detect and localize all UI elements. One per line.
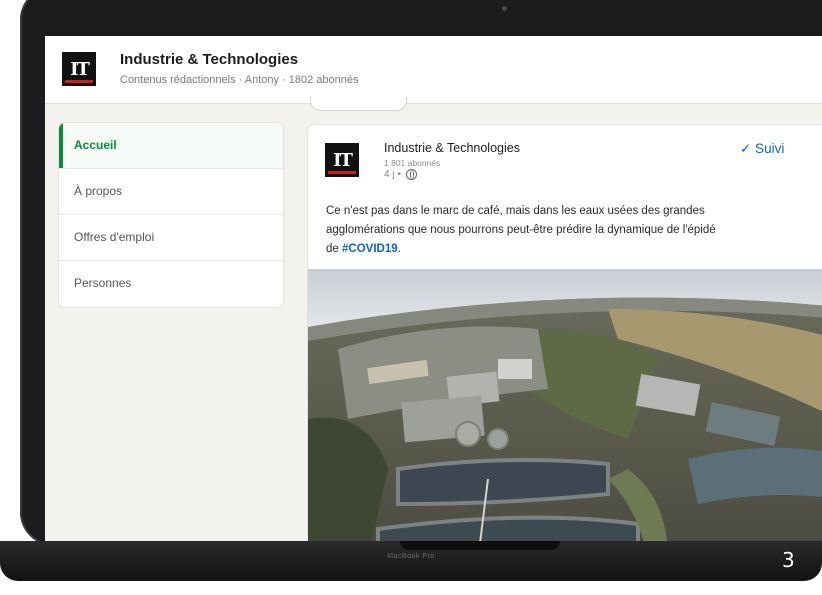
post-author-name[interactable]: Industrie & Technologies xyxy=(384,141,520,155)
page-number: 3 xyxy=(782,548,795,572)
logo-text: IT xyxy=(70,58,90,80)
post-image[interactable] xyxy=(308,269,822,541)
company-subtitle: Contenus rédactionnels · Antony · 1802 a… xyxy=(120,74,359,86)
device-label: MacBook Pro xyxy=(387,553,435,560)
logo-text: IT xyxy=(333,149,353,171)
post-text-suffix: . xyxy=(397,243,401,255)
company-header: IT Industrie & Technologies Contenus réd… xyxy=(45,36,822,104)
nav-item-personnes[interactable]: Personnes xyxy=(59,261,283,306)
post-text-line: Ce n'est pas dans le marc de café, mais … xyxy=(326,205,705,217)
aerial-photo xyxy=(308,269,822,541)
post-text-prefix: de xyxy=(326,243,342,255)
post-text: Ce n'est pas dans le marc de café, mais … xyxy=(326,202,822,259)
screen: IT Industrie & Technologies Contenus réd… xyxy=(45,36,822,541)
post-time-text: 4 j • xyxy=(384,169,401,181)
post-followers: 1 801 abonnés xyxy=(384,158,441,168)
hashtag-link[interactable]: #COVID19 xyxy=(342,243,398,255)
camera-icon xyxy=(502,6,507,11)
feed-post: IT Industrie & Technologies 1 801 abonné… xyxy=(307,124,822,541)
company-logo[interactable]: IT xyxy=(62,52,96,86)
nav-item-a-propos[interactable]: À propos xyxy=(59,169,283,215)
header-button-stub[interactable] xyxy=(310,96,407,111)
laptop-notch xyxy=(400,541,560,550)
nav-item-offres-emploi[interactable]: Offres d'emploi xyxy=(59,215,283,261)
post-text-line: agglomérations que nous pourrons peut-êt… xyxy=(326,224,716,236)
nav-item-accueil[interactable]: Accueil xyxy=(59,123,283,169)
post-text-line: de #COVID19. xyxy=(326,240,822,259)
post-time: 4 j • xyxy=(384,169,417,180)
company-name[interactable]: Industrie & Technologies xyxy=(120,51,298,68)
globe-icon xyxy=(405,169,417,180)
company-nav: Accueil À propos Offres d'emploi Personn… xyxy=(58,122,284,308)
laptop-base: MacBook Pro xyxy=(0,541,822,581)
follow-button[interactable]: ✓ Suivi xyxy=(740,141,784,157)
post-author-logo[interactable]: IT xyxy=(325,143,359,177)
